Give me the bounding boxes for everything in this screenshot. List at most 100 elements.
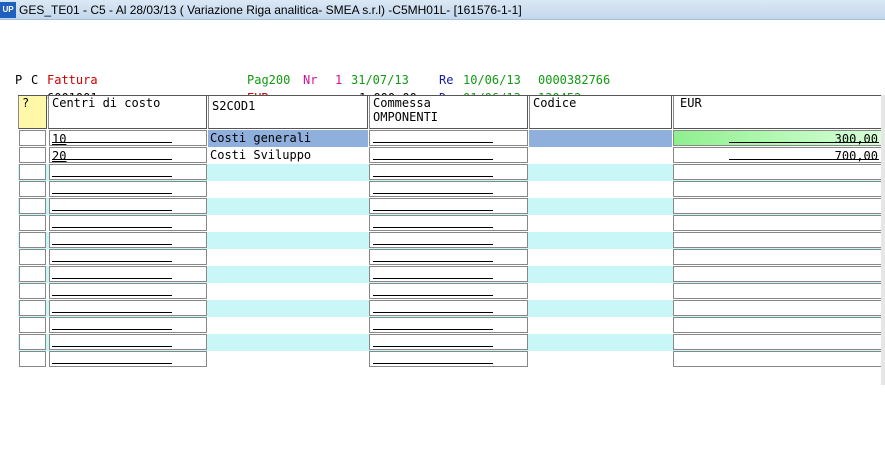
column-cost-center[interactable]: Centri di costo	[48, 96, 207, 129]
cost-center-field[interactable]	[49, 351, 207, 367]
codice-cell[interactable]	[529, 334, 672, 351]
row-flag-field[interactable]	[19, 147, 46, 163]
codice-cell[interactable]	[529, 215, 672, 232]
row-flag-field[interactable]	[19, 198, 46, 214]
amount-field[interactable]	[673, 300, 882, 316]
amount-value: 300,00	[834, 132, 878, 146]
amount-field[interactable]	[673, 283, 882, 299]
amount-field[interactable]: 300,00	[673, 130, 882, 146]
cost-center-field[interactable]: 20	[49, 147, 207, 163]
table-row[interactable]	[18, 317, 883, 334]
field-underline	[52, 346, 172, 347]
table-row[interactable]	[18, 164, 883, 181]
row-flag-field[interactable]	[19, 266, 46, 282]
field-underline	[373, 312, 493, 313]
codice-cell[interactable]	[529, 181, 672, 198]
codice-cell[interactable]	[529, 164, 672, 181]
amount-field[interactable]	[673, 164, 882, 180]
codice-cell[interactable]	[529, 283, 672, 300]
commessa-field[interactable]	[369, 266, 528, 282]
row-flag-field[interactable]	[19, 130, 46, 146]
codice-cell[interactable]	[529, 317, 672, 334]
codice-cell[interactable]	[529, 147, 672, 164]
codice-cell[interactable]	[529, 130, 672, 147]
amount-field[interactable]	[673, 317, 882, 333]
codice-cell[interactable]	[529, 198, 672, 215]
table-row[interactable]: 20 Costi Sviluppo 700,00	[18, 147, 883, 164]
amount-field[interactable]	[673, 249, 882, 265]
cost-center-field[interactable]: 10	[49, 130, 207, 146]
cost-center-field[interactable]	[49, 266, 207, 282]
cost-center-field[interactable]	[49, 300, 207, 316]
row-flag-field[interactable]	[19, 232, 46, 248]
table-row[interactable]	[18, 283, 883, 300]
cost-center-field[interactable]	[49, 249, 207, 265]
cost-center-field[interactable]	[49, 198, 207, 214]
cost-center-description: Costi generali	[208, 130, 368, 147]
commessa-field[interactable]	[369, 147, 528, 163]
codice-cell[interactable]	[529, 232, 672, 249]
table-row[interactable]	[18, 232, 883, 249]
table-row[interactable]: 10 Costi generali 300,00	[18, 130, 883, 147]
row-flag-field[interactable]	[19, 317, 46, 333]
vertical-scrollbar[interactable]	[881, 95, 885, 385]
commessa-field[interactable]	[369, 351, 528, 367]
amount-field[interactable]	[673, 181, 882, 197]
commessa-field[interactable]	[369, 283, 528, 299]
description-value: Costi generali	[210, 131, 312, 145]
codice-cell[interactable]	[529, 249, 672, 266]
codice-cell[interactable]	[529, 266, 672, 283]
amount-field[interactable]	[673, 232, 882, 248]
amount-field[interactable]	[673, 215, 882, 231]
codice-cell[interactable]	[529, 351, 672, 368]
table-row[interactable]	[18, 300, 883, 317]
cost-center-field[interactable]	[49, 283, 207, 299]
table-row[interactable]	[18, 266, 883, 283]
cost-center-field[interactable]	[49, 232, 207, 248]
row-flag-field[interactable]	[19, 351, 46, 367]
column-commessa[interactable]: Commessa OMPONENTI	[369, 96, 528, 129]
cost-center-field[interactable]	[49, 164, 207, 180]
cost-center-field[interactable]	[49, 334, 207, 350]
commessa-field[interactable]	[369, 198, 528, 214]
commessa-field[interactable]	[369, 232, 528, 248]
row-flag-field[interactable]	[19, 215, 46, 231]
amount-field[interactable]	[673, 266, 882, 282]
commessa-field[interactable]	[369, 300, 528, 316]
commessa-field[interactable]	[369, 334, 528, 350]
table-row[interactable]	[18, 198, 883, 215]
cost-center-description: Costi Sviluppo	[208, 147, 368, 164]
commessa-field[interactable]	[369, 164, 528, 180]
commessa-field[interactable]	[369, 181, 528, 197]
commessa-field[interactable]	[369, 249, 528, 265]
table-row[interactable]	[18, 181, 883, 198]
field-underline	[52, 227, 172, 228]
column-eur[interactable]: EUR	[673, 96, 883, 129]
column-code-desc[interactable]: S2COD1	[208, 96, 368, 129]
commessa-field[interactable]	[369, 130, 528, 146]
cost-center-field[interactable]	[49, 181, 207, 197]
codice-cell[interactable]	[529, 300, 672, 317]
row-flag-field[interactable]	[19, 164, 46, 180]
table-row[interactable]	[18, 351, 883, 368]
table-row[interactable]	[18, 215, 883, 232]
field-underline	[52, 159, 172, 160]
cost-center-field[interactable]	[49, 215, 207, 231]
commessa-field[interactable]	[369, 317, 528, 333]
cost-center-field[interactable]	[49, 317, 207, 333]
row-flag-field[interactable]	[19, 249, 46, 265]
row-flag-field[interactable]	[19, 300, 46, 316]
table-row[interactable]	[18, 334, 883, 351]
column-flag[interactable]: ?	[18, 96, 47, 129]
commessa-field[interactable]	[369, 215, 528, 231]
column-codice[interactable]: Codice	[529, 96, 672, 129]
row-flag-field[interactable]	[19, 181, 46, 197]
amount-field[interactable]	[673, 198, 882, 214]
row-flag-field[interactable]	[19, 334, 46, 350]
amount-field[interactable]	[673, 334, 882, 350]
table-row[interactable]	[18, 249, 883, 266]
row-flag-field[interactable]	[19, 283, 46, 299]
amount-field[interactable]	[673, 351, 882, 367]
amount-field[interactable]: 700,00	[673, 147, 882, 163]
field-underline	[373, 142, 493, 143]
